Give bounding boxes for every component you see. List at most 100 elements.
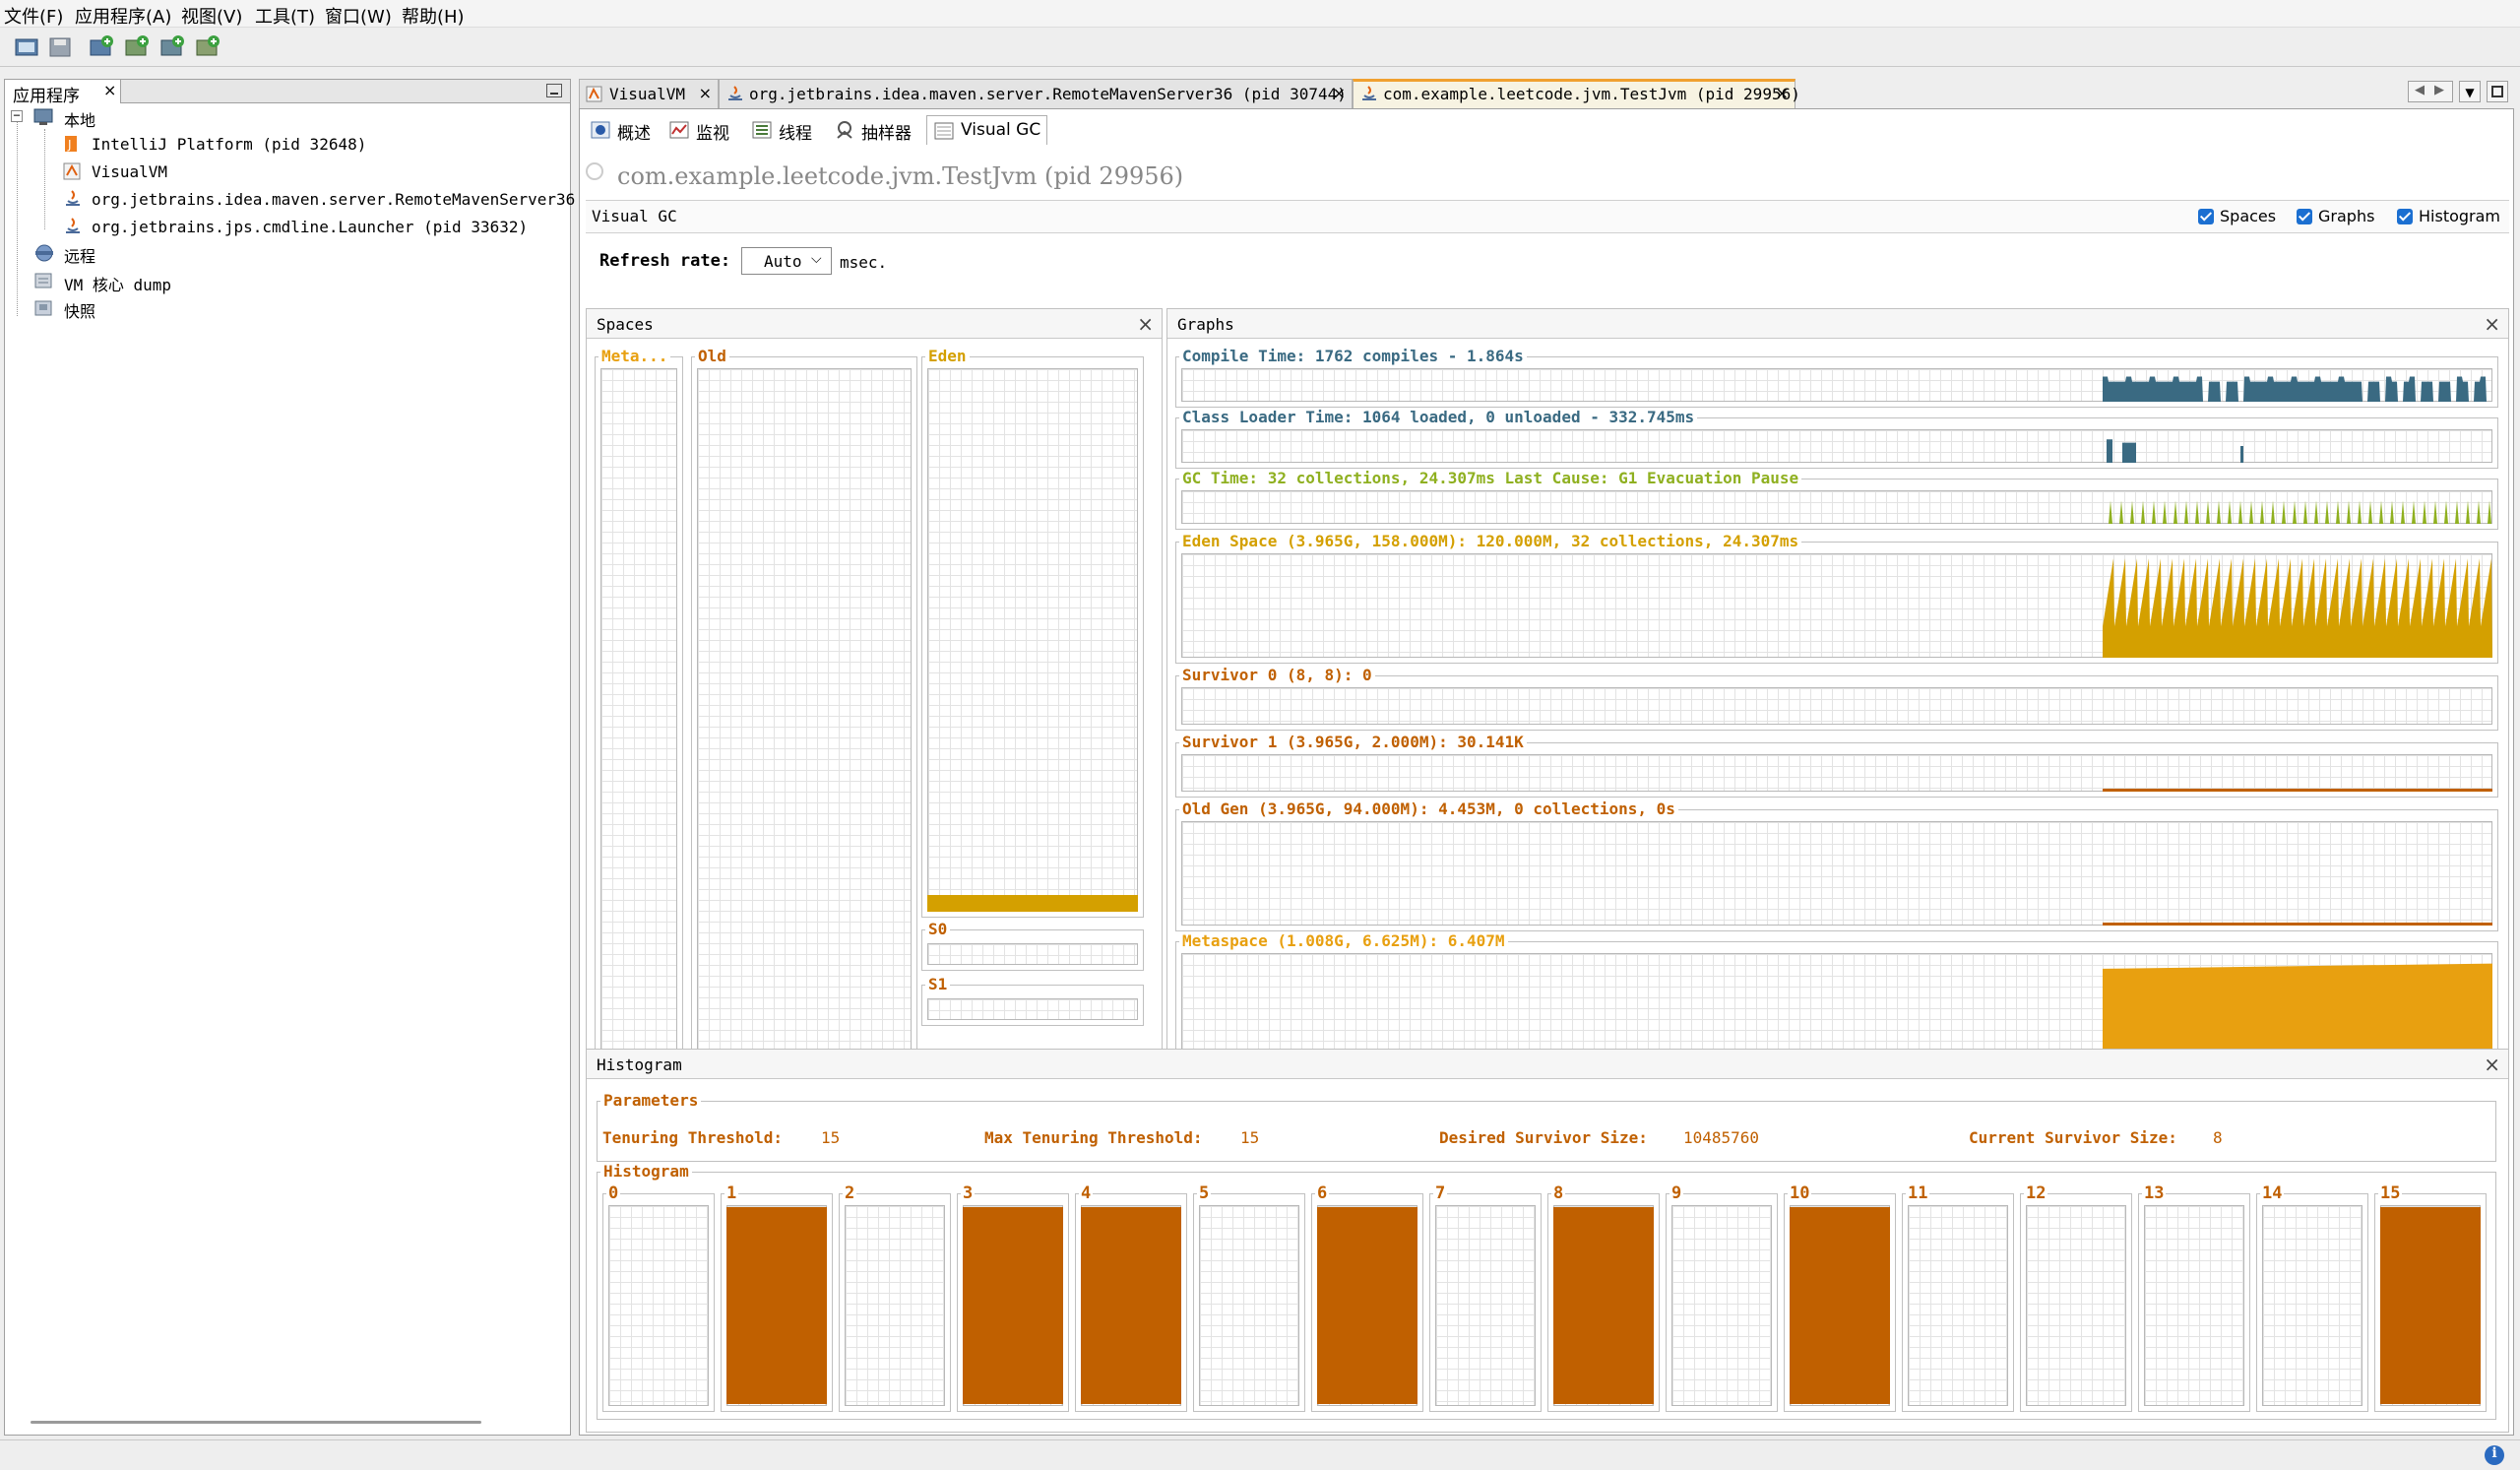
applications-tabbar: 应用程序 ×: [5, 80, 570, 106]
age-bucket-fill: [1553, 1207, 1654, 1404]
tree-coredump[interactable]: VM 核心 dump: [64, 272, 171, 295]
menu-tools[interactable]: 工具(T): [255, 3, 315, 29]
graphs-panel: Graphs × Compile Time: 1762 compiles - 1…: [1166, 308, 2509, 1143]
maximize-icon[interactable]: [2487, 81, 2508, 102]
histogram-panel: Histogram × Parameters Tenuring Threshol…: [586, 1049, 2509, 1433]
graphs-checkbox-label: Graphs: [2318, 207, 2375, 225]
add-snapshot-icon[interactable]: [193, 32, 222, 62]
close-icon[interactable]: ×: [1776, 84, 1789, 102]
horizontal-scrollbar[interactable]: [31, 1421, 481, 1424]
graph-series: [2103, 500, 2492, 524]
histogram-checkbox[interactable]: [2397, 209, 2413, 224]
add-remote-icon[interactable]: [122, 32, 152, 62]
menu-window[interactable]: 窗口(W): [325, 3, 392, 29]
scroll-left-icon[interactable]: ◀: [2415, 83, 2425, 97]
menu-view[interactable]: 视图(V): [181, 3, 242, 29]
graph-sparkline: [2103, 558, 2492, 658]
monitor-icon: [669, 121, 689, 139]
collapse-icon[interactable]: −: [11, 109, 23, 122]
close-icon[interactable]: ×: [699, 84, 712, 102]
local-host-icon: [33, 108, 53, 125]
snapshot-icon: [34, 300, 52, 316]
tree-item-visualvm[interactable]: VisualVM: [92, 162, 167, 181]
tree-item-maven-server[interactable]: org.jetbrains.idea.maven.server.RemoteMa…: [92, 190, 603, 209]
add-coredump-icon[interactable]: [158, 32, 187, 62]
save-icon[interactable]: [45, 32, 75, 62]
graph-series: [2103, 923, 2492, 926]
eden-space-fill: [927, 895, 1138, 912]
visual-gc-content: 概述 监视 线程 抽样器 Visual GC com.example.leetc…: [579, 108, 2514, 1436]
tree-local[interactable]: 本地: [64, 107, 95, 131]
close-icon[interactable]: ×: [2484, 1053, 2500, 1076]
tab-overview[interactable]: 概述: [584, 115, 657, 145]
graph-series: [2103, 376, 2492, 402]
age-bucket-label: 5: [1197, 1183, 1212, 1203]
menu-help[interactable]: 帮助(H): [402, 3, 465, 29]
visualvm-icon: [586, 86, 602, 102]
spaces-checkbox[interactable]: [2198, 209, 2214, 224]
java-process-icon: [66, 218, 80, 233]
coredump-icon: [34, 273, 52, 288]
tree-remote[interactable]: 远程: [64, 243, 95, 267]
age-bucket-grid: [1435, 1205, 1536, 1406]
age-bucket-grid: [1199, 1205, 1299, 1406]
add-jmx-icon[interactable]: [87, 32, 116, 62]
menu-file[interactable]: 文件(F): [4, 3, 63, 29]
notification-icon[interactable]: i: [2485, 1445, 2504, 1465]
info-icon: [591, 121, 610, 139]
graph-sparkline: [2103, 789, 2492, 792]
graph-series: [2103, 558, 2492, 658]
remote-host-icon: [35, 244, 53, 262]
max-tenuring-threshold-label: Max Tenuring Threshold:: [984, 1128, 1203, 1147]
applications-tab[interactable]: 应用程序 ×: [5, 80, 121, 106]
old-space-label: Old: [695, 347, 729, 365]
s1-space-grid: [927, 998, 1138, 1020]
age-bucket-fill: [1081, 1207, 1181, 1404]
applications-panel: 应用程序 × − 本地 J IntelliJ Platform (pid 326…: [4, 79, 603, 1436]
tab-visualvm[interactable]: VisualVM ×: [579, 79, 719, 108]
tab-sampler[interactable]: 抽样器: [828, 115, 917, 145]
close-icon[interactable]: ×: [1333, 84, 1346, 102]
tab-visual-gc[interactable]: Visual GC: [926, 115, 1048, 145]
histogram-title: Histogram: [597, 1055, 682, 1074]
visualvm-icon: [63, 162, 81, 180]
age-bucket-label: 13: [2142, 1183, 2167, 1203]
tab-maven-server[interactable]: org.jetbrains.idea.maven.server.RemoteMa…: [719, 79, 1353, 108]
graphs-checkbox[interactable]: [2297, 209, 2312, 224]
tree-snapshots[interactable]: 快照: [64, 298, 95, 322]
status-bar: i: [0, 1439, 2520, 1470]
minimize-panel-icon[interactable]: [546, 84, 562, 97]
graph-label: Survivor 0 (8, 8): 0: [1179, 666, 1375, 684]
age-bucket-label: 1: [724, 1183, 739, 1203]
process-title: com.example.leetcode.jvm.TestJvm (pid 29…: [617, 162, 1184, 190]
age-bucket-fill: [963, 1207, 1063, 1404]
tab-label: 监视: [696, 124, 729, 144]
close-icon[interactable]: ×: [1137, 312, 1154, 336]
spaces-title: Spaces: [597, 315, 654, 334]
menu-applications[interactable]: 应用程序(A): [75, 3, 171, 29]
tab-threads[interactable]: 线程: [745, 115, 818, 145]
tab-list-icon[interactable]: ▼: [2459, 81, 2481, 102]
eden-space-grid: [927, 368, 1138, 912]
tab-monitor[interactable]: 监视: [662, 115, 735, 145]
meta-space-grid: [600, 368, 677, 1126]
graph-sparkline: [2103, 923, 2492, 926]
document-tabbar: VisualVM × org.jetbrains.idea.maven.serv…: [579, 79, 2520, 108]
graph-label: Class Loader Time: 1064 loaded, 0 unload…: [1179, 408, 1698, 426]
tab-testjvm[interactable]: com.example.leetcode.jvm.TestJvm (pid 29…: [1353, 79, 1800, 108]
age-bucket-label: 14: [2260, 1183, 2285, 1203]
age-bucket-grid: [608, 1205, 709, 1406]
tree-item-jps-launcher[interactable]: org.jetbrains.jps.cmdline.Launcher (pid …: [92, 218, 528, 236]
chevron-down-icon: ⌵: [811, 251, 822, 267]
close-icon[interactable]: ×: [2484, 312, 2500, 336]
open-icon[interactable]: [12, 32, 41, 62]
refresh-rate-select[interactable]: Auto ⌵: [741, 247, 832, 275]
tenuring-threshold-label: Tenuring Threshold:: [602, 1128, 784, 1147]
spaces-panel: Spaces × Meta... Old Eden S0 S1: [586, 308, 1163, 1143]
tab-scroll-buttons[interactable]: ◀ ▶: [2408, 81, 2453, 102]
scroll-right-icon[interactable]: ▶: [2434, 83, 2444, 97]
graph-series: [2103, 963, 2492, 1057]
close-icon[interactable]: ×: [103, 81, 116, 99]
java-process-icon: [728, 86, 742, 100]
tree-item-intellij[interactable]: IntelliJ Platform (pid 32648): [92, 135, 366, 154]
